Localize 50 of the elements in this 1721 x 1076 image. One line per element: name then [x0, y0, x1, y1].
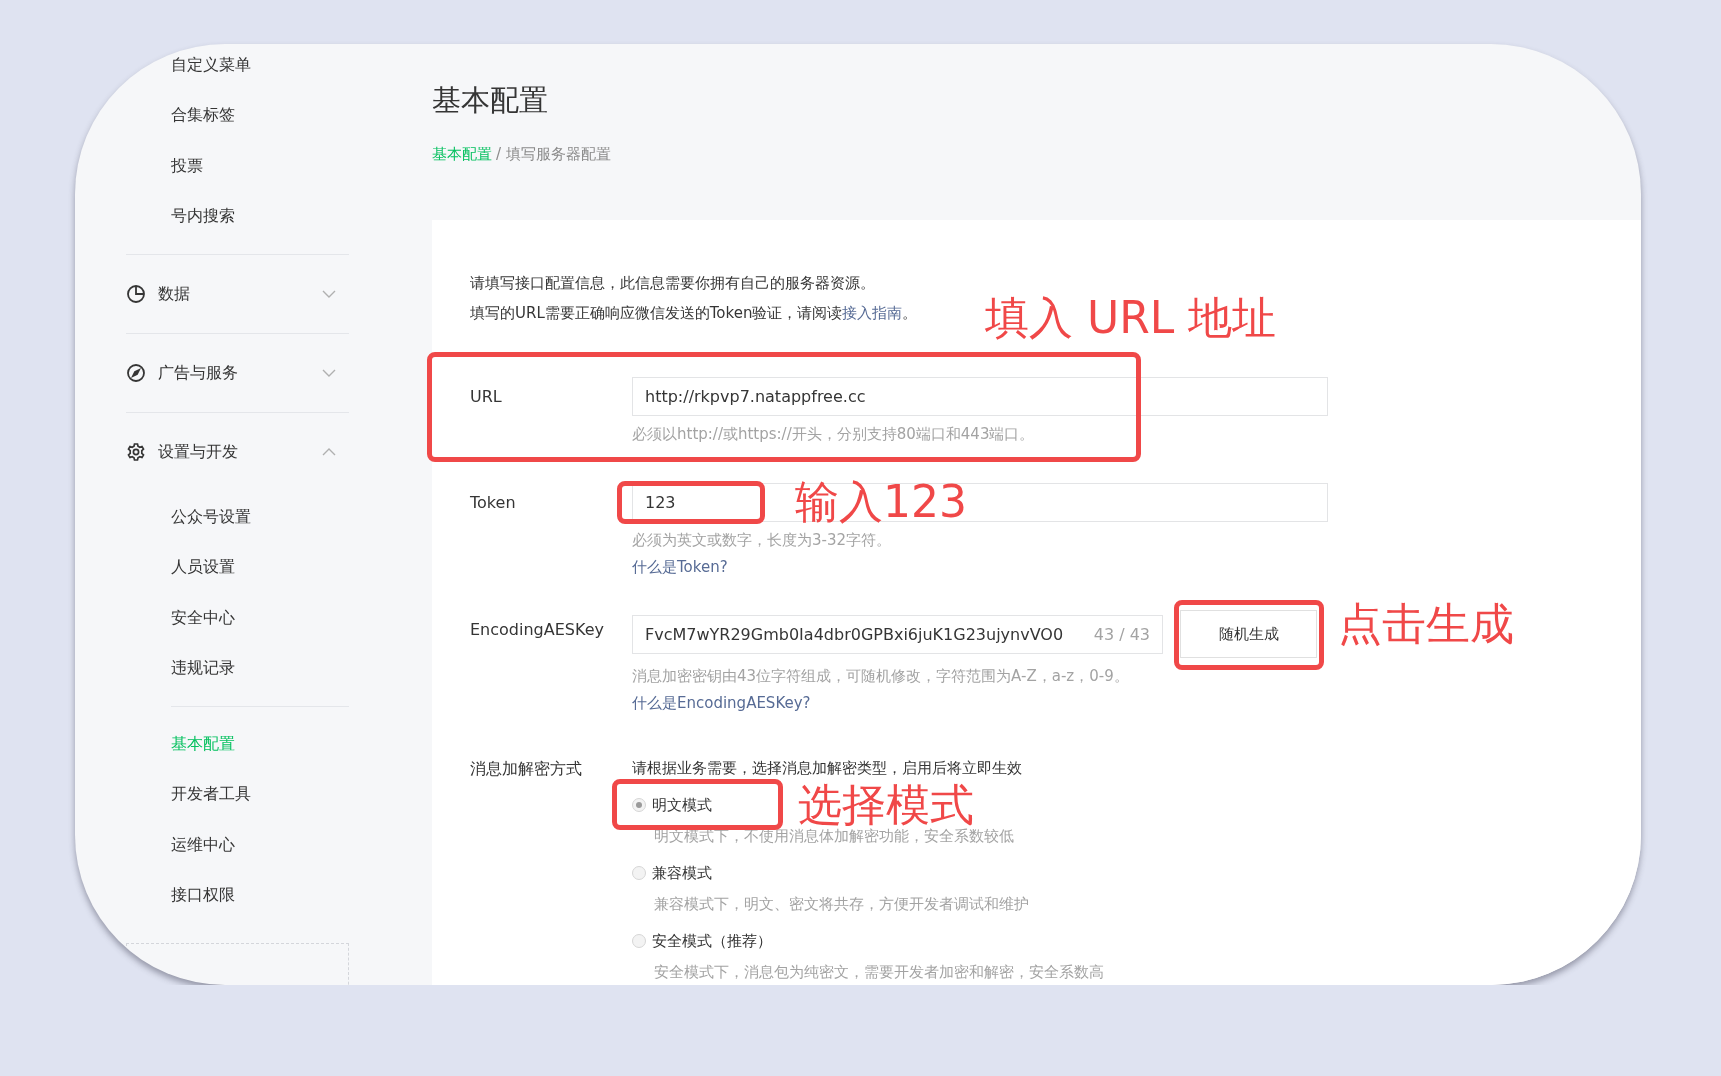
input-field[interactable]: http://rkpvp7.natappfree.cc: [632, 377, 1328, 416]
radio-label[interactable]: 明文模式: [652, 795, 712, 815]
input-field[interactable]: FvcM7wYR29Gmb0Ia4dbr0GPBxi6juK1G23ujynvVO0 43 / 43: [632, 614, 1163, 654]
mode-hint: 安全模式下，消息包为纯密文，需要开发者加密和解密，安全系数高: [653, 962, 1104, 983]
annotation-text: 选择模式: [798, 782, 974, 828]
mode-description: 请根据业务需要，选择消息加解密类型，启用后将立即生效: [632, 758, 1022, 779]
sidebar-item[interactable]: 人员设置: [75, 542, 432, 593]
field-label: EncodingAESKey: [470, 619, 605, 641]
sidebar-item[interactable]: 安全中心: [75, 593, 432, 644]
chevron-icon[interactable]: [322, 369, 336, 377]
radio-button[interactable]: [632, 866, 646, 880]
generate-button[interactable]: 随机生成: [1180, 610, 1317, 658]
help-link[interactable]: 什么是EncodingAESKey?: [632, 690, 811, 716]
sidebar-item[interactable]: 公众号设置: [75, 492, 432, 543]
field-label: Token: [470, 492, 517, 514]
sidebar-group[interactable]: 广告与服务: [158, 362, 322, 384]
sidebar-item[interactable]: 违规记录: [75, 643, 432, 694]
field-hint: 必须以http://或https://开头，分别支持80端口和443端口。: [632, 424, 1035, 445]
mode-hint: 兼容模式下，明文、密文将共存，方便开发者调试和维护: [653, 894, 1029, 915]
field-label: 消息加解密方式: [470, 758, 583, 780]
field-label: URL: [470, 386, 503, 408]
sidebar-group[interactable]: 数据: [158, 283, 322, 305]
intro-text: 请填写接口配置信息，此信息需要你拥有自己的服务器资源。: [470, 273, 875, 294]
field-hint: 必须为英文或数字，长度为3-32字符。: [632, 530, 892, 551]
page-title: 基本配置: [432, 82, 549, 119]
radio-button[interactable]: [632, 798, 646, 812]
annotation-text: 点击生成: [1338, 601, 1514, 647]
radio-button[interactable]: [632, 934, 646, 948]
sidebar-item[interactable]: 号内搜索: [75, 191, 432, 242]
radio-label[interactable]: 安全模式（推荐）: [652, 931, 772, 951]
sidebar-item[interactable]: 投票: [75, 141, 432, 192]
compass-icon: [126, 363, 146, 383]
sidebar-item[interactable]: 运维中心: [75, 820, 432, 871]
pie-chart-icon: [126, 284, 146, 304]
sidebar-group[interactable]: 设置与开发: [158, 441, 322, 463]
intro-text: 填写的URL需要正确响应微信发送的Token验证，请阅读接入指南。: [470, 303, 918, 324]
breadcrumb-text: / 填写服务器配置: [496, 145, 611, 164]
char-counter: 43 / 43: [1093, 624, 1150, 644]
sidebar-item[interactable]: 接口权限: [75, 870, 432, 921]
sidebar-item[interactable]: 开发者工具: [75, 769, 432, 820]
chevron-icon[interactable]: [322, 290, 336, 298]
help-link[interactable]: 什么是Token?: [632, 554, 728, 580]
chevron-icon[interactable]: [322, 448, 336, 456]
field-hint: 消息加密密钥由43位字符组成，可随机修改，字符范围为A-Z，a-z，0-9。: [632, 666, 1129, 687]
radio-label[interactable]: 兼容模式: [652, 863, 712, 883]
guide-link[interactable]: 接入指南: [842, 304, 903, 322]
sidebar-item[interactable]: 合集标签: [75, 90, 432, 141]
annotation-text: 填入 URL 地址: [985, 295, 1277, 341]
sidebar-item[interactable]: 自定义菜单: [75, 44, 432, 91]
settings-icon: [126, 442, 146, 462]
